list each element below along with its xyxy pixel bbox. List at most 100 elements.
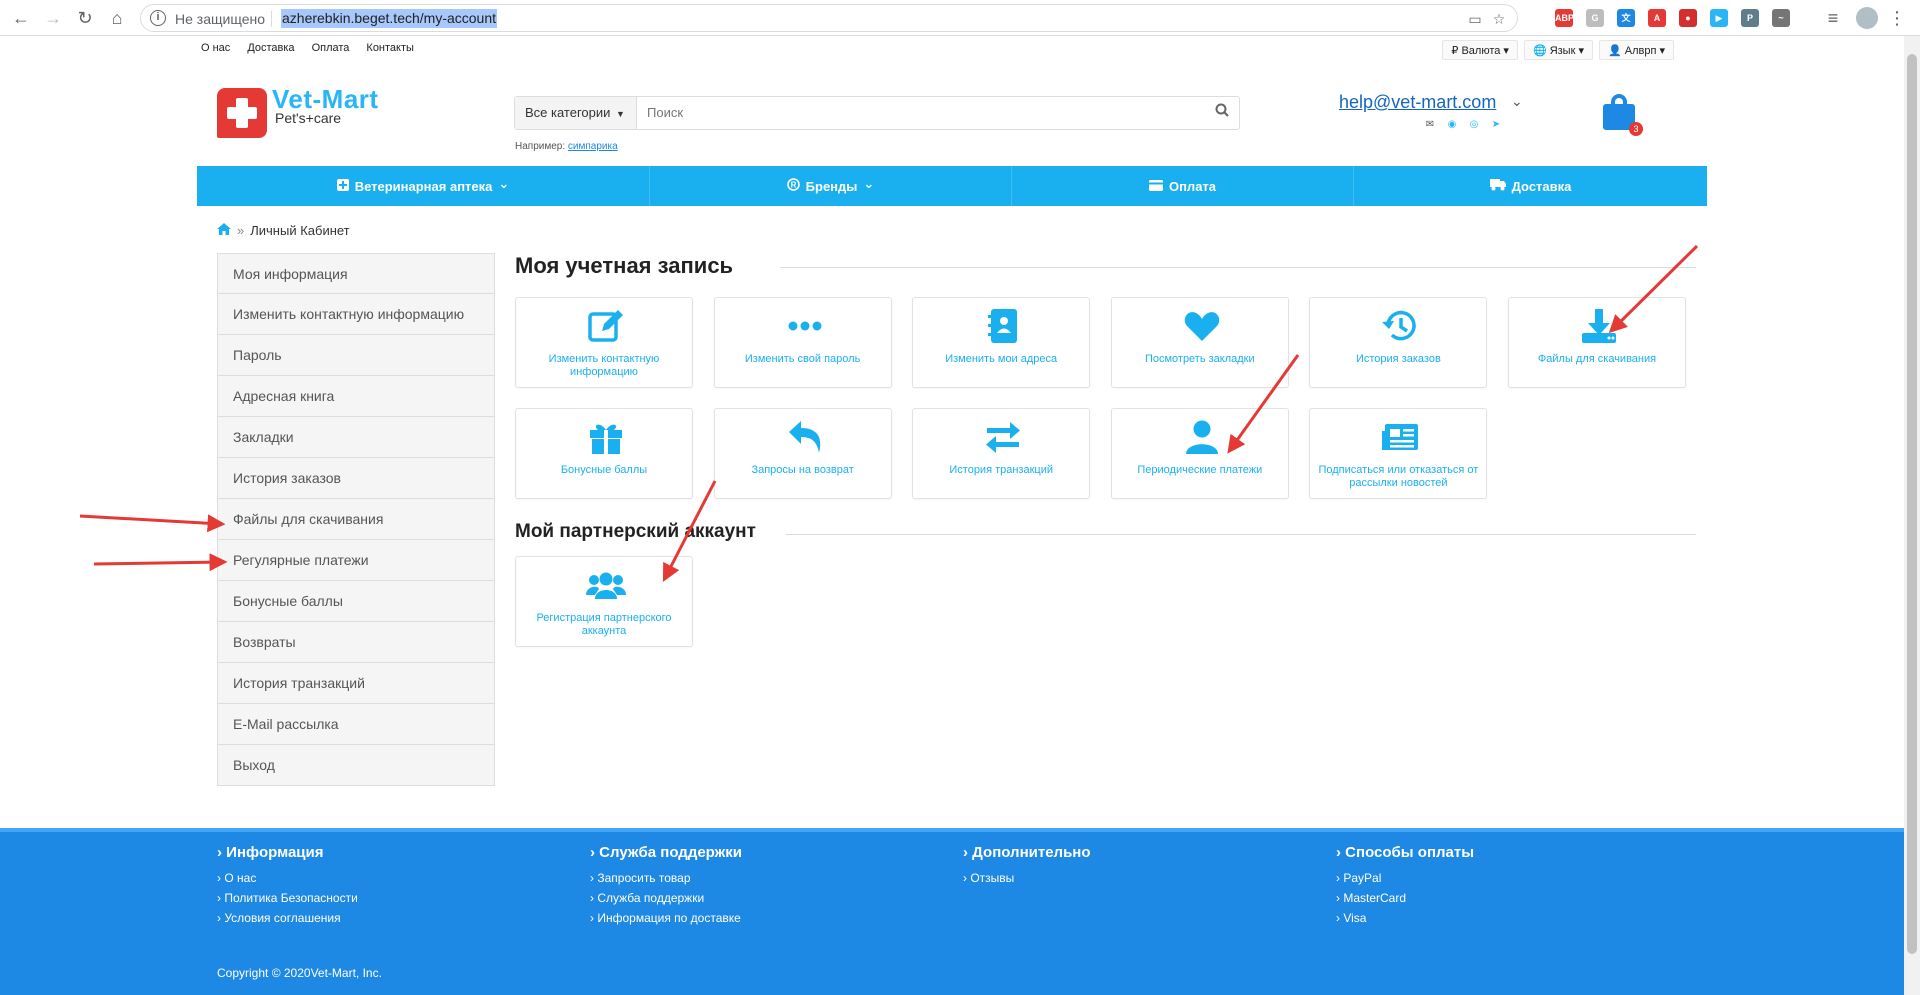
footer-link[interactable]: › Visa (1336, 911, 1474, 925)
account-card[interactable]: Бонусные баллы (515, 408, 693, 499)
chevron-down-icon[interactable]: ⌄ (1511, 93, 1523, 110)
sidebar-item[interactable]: Изменить контактную информацию (217, 294, 495, 335)
footer-heading: Способы оплаты (1345, 844, 1475, 861)
account-card[interactable]: Запросы на возврат (713, 408, 892, 499)
sidebar-item[interactable]: Моя информация (217, 253, 495, 294)
account-card[interactable]: Файлы для скачивания (1508, 297, 1686, 388)
footer-link[interactable]: › Служба поддержки (590, 891, 742, 905)
menu-item-label: Оплата (1168, 178, 1217, 194)
account-card[interactable]: Периодические платежи (1110, 408, 1289, 499)
search-input[interactable] (647, 105, 1167, 120)
mask-icon[interactable]: ~ (1772, 9, 1790, 27)
sidebar-item[interactable]: История заказов (217, 458, 495, 499)
sidebar-item[interactable]: Бонусные баллы (217, 581, 495, 622)
example-label: Например: (515, 141, 566, 152)
pocket-icon[interactable]: P (1741, 9, 1759, 27)
sidebar-item[interactable]: Закладки (217, 417, 495, 458)
footer-column: › Дополнительно › Отзывы (963, 844, 1091, 891)
logo-tagline: Pet's+care (275, 110, 342, 126)
chevron-down-icon: ⌄ (863, 175, 875, 191)
whatsapp-icon[interactable]: ◉ (1446, 119, 1458, 131)
menu-item-label: Доставка (1511, 178, 1572, 194)
browser-menu-icon[interactable]: ⋮ (1886, 7, 1908, 29)
footer-link[interactable]: › MasterCard (1336, 891, 1474, 905)
scrollbar-thumb[interactable] (1907, 54, 1917, 954)
page-scrollbar[interactable] (1904, 36, 1920, 995)
chevron-right-icon: › (217, 844, 227, 861)
sidebar-item[interactable]: E-Mail рассылка (217, 704, 495, 745)
adblock-icon[interactable]: ABP (1555, 9, 1574, 27)
footer-column: › Служба поддержки › Запросить товар › Слу… (590, 844, 742, 931)
search-icon[interactable] (1215, 103, 1229, 122)
sidebar-item[interactable]: Адресная книга (217, 376, 495, 417)
back-icon[interactable]: ← (10, 7, 32, 29)
footer-link[interactable]: › Информация по доставке (590, 911, 742, 925)
sidebar-item[interactable]: Выход (217, 745, 495, 786)
account-card[interactable]: Регистрация партнерского аккаунта (515, 556, 693, 647)
example-link[interactable]: симпарика (568, 141, 618, 152)
top-bar: О нас Доставка Оплата Контакты ₽ Валюта ▾ 🌐… (0, 36, 1904, 62)
forward-icon[interactable]: → (42, 7, 64, 29)
language-dropdown[interactable]: 🌐 Язык ▾ (1523, 40, 1593, 60)
account-card[interactable]: Изменить свой пароль (713, 297, 892, 388)
install-app-icon[interactable]: ▭ (1467, 11, 1483, 27)
account-card[interactable]: История заказов (1309, 297, 1488, 388)
footer-link[interactable]: › Запросить товар (590, 871, 742, 885)
footer-link-label: Запросить товар (597, 871, 691, 885)
pdf-icon[interactable]: A (1648, 9, 1666, 27)
mail-icon[interactable]: ✉ (1424, 119, 1436, 131)
menu-item[interactable]: Доставка (1354, 166, 1707, 206)
profile-avatar[interactable] (1856, 7, 1878, 29)
footer-link[interactable]: › Условия соглашения (217, 911, 358, 925)
gmail-icon[interactable]: G (1586, 9, 1604, 27)
cart-button[interactable]: 3 (1603, 94, 1643, 136)
footer-link[interactable]: › Отзывы (963, 871, 1091, 885)
play-icon[interactable]: ▶ (1710, 9, 1728, 27)
top-link[interactable]: Контакты (366, 42, 414, 54)
menu-item[interactable]: R Бренды ⌄ (650, 166, 1012, 206)
url-text[interactable]: azherebkin.beget.tech/my-account (281, 9, 498, 28)
currency-dropdown[interactable]: ₽ Валюта ▾ (1442, 40, 1518, 60)
telegram-icon[interactable]: ➤ (1490, 119, 1502, 131)
logo-icon[interactable] (217, 88, 267, 138)
sidebar-item[interactable]: Файлы для скачивания (217, 499, 495, 540)
account-dropdown[interactable]: 👤 Алврп ▾ (1598, 40, 1674, 60)
bookmark-star-icon[interactable]: ☆ (1491, 11, 1507, 27)
menu-item[interactable]: Ветеринарная аптека ⌄ (197, 166, 650, 206)
account-card[interactable]: Посмотреть закладки (1110, 297, 1289, 388)
footer: › Информация › О нас › Политика Безопаснос… (0, 828, 1904, 995)
search-category-label: Все категории (525, 105, 611, 120)
home-icon[interactable] (217, 222, 231, 238)
account-card[interactable]: История транзакций (912, 408, 1091, 499)
sidebar-item[interactable]: История транзакций (217, 663, 495, 704)
account-card[interactable]: Изменить контактную информацию (515, 297, 693, 388)
sidebar-item[interactable]: Пароль (217, 335, 495, 376)
support-email[interactable]: help@vet-mart.com (1339, 92, 1496, 113)
account-card[interactable]: Изменить мои адреса (912, 297, 1091, 388)
chevron-right-icon: › (1336, 844, 1346, 861)
chevron-right-icon: › (590, 844, 600, 861)
sidebar-item[interactable]: Возвраты (217, 622, 495, 663)
top-link[interactable]: О нас (201, 42, 230, 54)
card-label: История заказов (1355, 353, 1441, 365)
top-link[interactable]: Оплата (312, 42, 350, 54)
translate-icon[interactable]: 文 (1617, 9, 1635, 27)
site-info-icon[interactable]: i (150, 10, 166, 26)
menu-item[interactable]: Оплата (1012, 166, 1354, 206)
reload-icon[interactable]: ↻ (74, 7, 96, 29)
account-card[interactable]: Подписаться или отказаться от рассылки н… (1309, 408, 1488, 499)
home-icon[interactable]: ⌂ (106, 7, 128, 29)
record-icon[interactable]: ● (1679, 9, 1697, 27)
viber-icon[interactable]: ◎ (1468, 119, 1480, 131)
footer-link[interactable]: › PayPal (1336, 871, 1474, 885)
search-category-dropdown[interactable]: Все категории ▼ (515, 97, 637, 129)
sidebar-item[interactable]: Регулярные платежи (217, 540, 495, 581)
section-divider (780, 267, 1696, 268)
footer-link[interactable]: › О нас (217, 871, 358, 885)
address-bar[interactable]: i Не защищено azherebkin.beget.tech/my-a… (140, 4, 1518, 32)
footer-link[interactable]: › Политика Безопасности (217, 891, 358, 905)
reading-list-icon[interactable]: ≡ (1822, 7, 1844, 29)
top-link[interactable]: Доставка (247, 42, 294, 54)
card-label: Файлы для скачивания (1537, 353, 1657, 365)
breadcrumb-current[interactable]: Личный Кабинет (250, 223, 349, 238)
